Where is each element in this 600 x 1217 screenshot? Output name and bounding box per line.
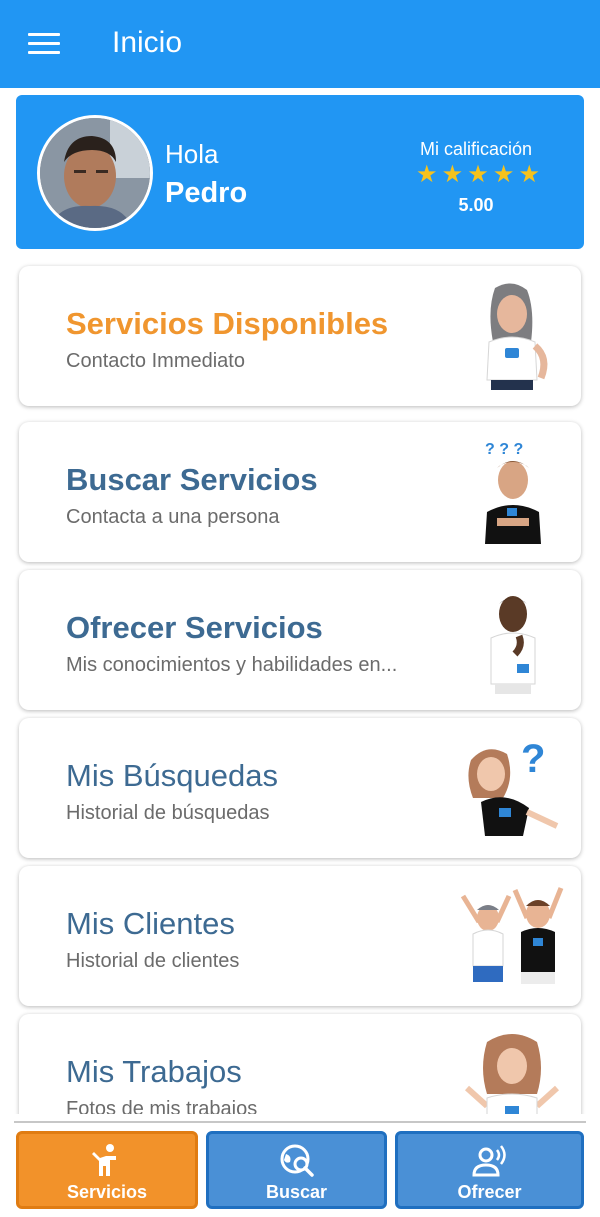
page-title: Inicio [112,26,183,59]
card-mis-busquedas[interactable]: Mis Búsquedas Historial de búsquedas ? [19,718,581,858]
app-bar: Inicio [0,0,600,88]
rating-label: Mi calificación [419,139,533,159]
card-title: Mis Clientes [66,906,235,941]
avatar[interactable] [37,115,153,231]
card-subtitle: Mis conocimientos y habilidades en... [66,654,398,676]
card-subtitle: Fotos de mis trabajos [66,1098,258,1114]
star-icon: ★ [416,161,438,188]
card-title: Ofrecer Servicios [66,610,323,645]
card-title: Buscar Servicios [66,462,318,497]
card-subtitle: Contacto Immediato [66,350,245,372]
bottom-tab-bar: Servicios Buscar Ofrecer [0,1123,600,1217]
card-servicios-disponibles[interactable]: Servicios Disponibles Contacto Immediato [19,266,581,406]
card-title: Servicios Disponibles [66,306,389,341]
globe-search-icon [280,1144,314,1177]
avatar-people-celebrating-illustration [460,887,564,984]
tab-label: Servicios [66,1182,148,1202]
card-buscar-servicios[interactable]: Buscar Servicios Contacta a una persona … [19,422,581,562]
card-mis-trabajos[interactable]: Mis Trabajos Fotos de mis trabajos [19,1014,581,1114]
star-icon: ★ [441,161,464,188]
card-subtitle: Contacta a una persona [66,506,280,528]
avatar-man-thinking-illustration: ? ? ? [485,441,541,544]
card-subtitle: Historial de clientes [66,950,240,972]
star-icon: ★ [467,161,489,188]
user-name: Pedro [165,177,248,209]
star-icon: ★ [492,161,515,188]
tab-label: Buscar [265,1182,328,1202]
avatar-woman-illustration [464,1034,560,1114]
card-mis-clientes[interactable]: Mis Clientes Historial de clientes [19,866,581,1006]
avatar-woman-question-illustration: ? [468,737,559,836]
tab-servicios[interactable]: Servicios [16,1131,198,1209]
avatar-woman-illustration [486,283,548,390]
svg-text:? ? ?: ? ? ? [485,441,523,458]
star-icon: ★ [518,161,540,188]
tab-label: Ofrecer [457,1182,522,1202]
card-title: Mis Trabajos [66,1054,242,1089]
card-title: Mis Búsquedas [66,758,278,793]
tab-buscar[interactable]: Buscar [206,1131,387,1209]
home-content[interactable]: Hola Pedro Mi calificación ★ ★ ★ ★ ★ 5.0… [0,88,600,1114]
rating-stars: ★ ★ ★ ★ ★ [416,161,540,189]
greeting: Hola [165,139,219,169]
tab-ofrecer[interactable]: Ofrecer [395,1131,584,1209]
rating-value: 5.00 [458,195,494,215]
card-subtitle: Historial de búsquedas [66,802,270,824]
person-icon [92,1144,116,1176]
card-ofrecer-servicios[interactable]: Ofrecer Servicios Mis conocimientos y ha… [19,570,581,710]
svg-text:?: ? [521,737,545,781]
voice-person-icon [471,1145,506,1177]
avatar-photo [40,118,150,228]
menu-icon[interactable] [28,33,60,57]
profile-card: Hola Pedro Mi calificación ★ ★ ★ ★ ★ 5.0… [16,95,584,249]
avatar-man-illustration [490,596,536,694]
